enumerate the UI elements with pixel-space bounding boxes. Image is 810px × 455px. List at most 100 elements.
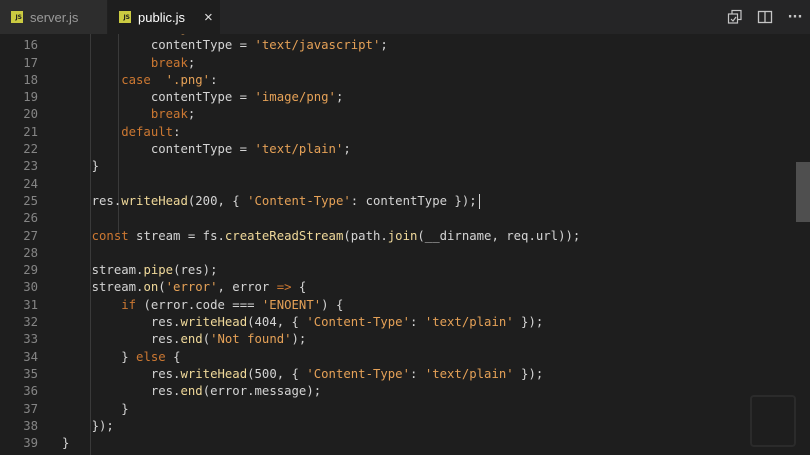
line-number: 28 bbox=[23, 245, 38, 260]
code-token: pipe bbox=[143, 263, 174, 278]
line-code: if (error.code === 'ENOENT') { bbox=[62, 297, 343, 314]
code-token: }); bbox=[513, 366, 544, 381]
line-number: 35 bbox=[23, 366, 38, 381]
code-token: 'text/plain' bbox=[424, 315, 514, 330]
line-number: 38 bbox=[23, 418, 38, 433]
line-code: res.end(error.message); bbox=[62, 383, 321, 400]
tab-bar: JS server.js JS public.js × ··· bbox=[0, 0, 810, 34]
code-token: writeHead bbox=[180, 366, 248, 381]
code-token: writeHead bbox=[180, 315, 248, 330]
code-token: } bbox=[62, 159, 100, 174]
tab-title: server.js bbox=[30, 9, 79, 25]
code-token: 'text/plain' bbox=[254, 142, 344, 157]
code-token: ; bbox=[335, 90, 344, 105]
code-token: createReadStream bbox=[224, 228, 344, 243]
code-token: case bbox=[62, 72, 151, 87]
code-token: case bbox=[62, 34, 151, 35]
vertical-scrollbar[interactable] bbox=[796, 34, 810, 455]
code-token: 'Content-Type' bbox=[247, 193, 351, 208]
line-number: 32 bbox=[23, 315, 38, 330]
code-token: ; bbox=[343, 142, 351, 157]
line-number: 24 bbox=[23, 176, 38, 191]
line-code: default: bbox=[62, 124, 180, 141]
line-number: 17 bbox=[23, 55, 38, 70]
code-token: writeHead bbox=[121, 193, 188, 208]
code-token: res. bbox=[62, 384, 181, 399]
line-code: res.writeHead(200, { 'Content-Type': con… bbox=[62, 193, 480, 210]
scrollbar-thumb[interactable] bbox=[796, 162, 810, 222]
code-token: contentType = bbox=[62, 90, 255, 105]
code-token: (error.message); bbox=[202, 384, 322, 399]
code-token: 'ENOENT' bbox=[261, 297, 322, 312]
line-number: 25 bbox=[23, 193, 38, 208]
code-token: join bbox=[387, 228, 418, 243]
code-token: (path. bbox=[343, 228, 388, 243]
code-token: { bbox=[165, 349, 181, 364]
tab-title: public.js bbox=[138, 9, 185, 25]
code-token: stream. bbox=[62, 263, 144, 278]
code-token: const bbox=[62, 228, 129, 243]
tab-public-js[interactable]: JS public.js × bbox=[108, 0, 220, 34]
line-number: 36 bbox=[23, 384, 38, 399]
code-editor[interactable]: 15 case '.js':16 contentType = 'text/jav… bbox=[0, 34, 810, 455]
code-token: else bbox=[136, 349, 166, 364]
code-token: end bbox=[180, 332, 203, 347]
line-number: 19 bbox=[23, 90, 38, 105]
watermark-logo bbox=[750, 395, 796, 447]
line-number: 21 bbox=[23, 124, 38, 139]
code-token: } bbox=[62, 436, 70, 451]
line-number: 34 bbox=[23, 349, 38, 364]
code-token: (404, { bbox=[247, 315, 307, 330]
code-token: contentType = bbox=[62, 142, 255, 157]
code-token: ; bbox=[380, 38, 388, 53]
line-code: res.end('Not found'); bbox=[62, 331, 307, 348]
code-token: ) { bbox=[321, 297, 344, 312]
code-token: on bbox=[143, 280, 159, 295]
line-code: } bbox=[62, 401, 128, 418]
code-token: : bbox=[410, 315, 425, 330]
line-code: res.writeHead(500, { 'Content-Type': 'te… bbox=[62, 366, 543, 383]
code-token: , error bbox=[217, 280, 277, 295]
split-editor-icon[interactable] bbox=[756, 8, 774, 26]
code-token: : bbox=[210, 72, 218, 87]
code-token: } bbox=[62, 349, 137, 364]
code-token: { bbox=[291, 280, 307, 295]
line-code: contentType = 'text/javascript'; bbox=[62, 37, 388, 54]
line-number: 33 bbox=[23, 332, 38, 347]
code-token: 'image/png' bbox=[254, 90, 336, 105]
code-token: 'Content-Type' bbox=[306, 315, 410, 330]
code-token: (error.code === bbox=[136, 297, 262, 312]
code-token: }); bbox=[62, 418, 114, 433]
line-code: break; bbox=[62, 55, 195, 72]
code-token: res. bbox=[62, 366, 181, 381]
line-number: 18 bbox=[23, 72, 38, 87]
code-token: default bbox=[62, 124, 174, 139]
line-number: 26 bbox=[23, 211, 38, 226]
line-number: 39 bbox=[23, 436, 38, 451]
line-number: 37 bbox=[23, 401, 38, 416]
code-token: (200, { bbox=[187, 193, 248, 208]
line-code: contentType = 'image/png'; bbox=[62, 89, 344, 106]
open-changes-icon[interactable] bbox=[726, 8, 744, 26]
code-token: }); bbox=[513, 315, 544, 330]
code-token: : bbox=[203, 34, 210, 35]
code-token: (__dirname, req.url)); bbox=[417, 228, 581, 243]
code-token: '.png' bbox=[165, 72, 211, 87]
line-code: break; bbox=[62, 106, 195, 123]
javascript-file-icon: JS bbox=[119, 11, 131, 23]
code-token: ( bbox=[158, 280, 166, 295]
code-token: res. bbox=[62, 193, 122, 208]
tab-server-js[interactable]: JS server.js bbox=[0, 0, 108, 34]
code-token: '.js' bbox=[166, 34, 203, 35]
code-token: 'text/javascript' bbox=[254, 38, 381, 53]
line-code: } bbox=[62, 435, 69, 452]
line-code: stream.pipe(res); bbox=[62, 262, 218, 279]
more-actions-icon[interactable]: ··· bbox=[786, 8, 804, 26]
close-tab-icon[interactable]: × bbox=[204, 9, 213, 26]
code-token: 'Content-Type' bbox=[306, 366, 410, 381]
code-token: (res); bbox=[173, 263, 218, 278]
line-code: contentType = 'text/plain'; bbox=[62, 141, 351, 158]
code-token: break bbox=[62, 107, 188, 122]
code-token: res. bbox=[62, 315, 181, 330]
